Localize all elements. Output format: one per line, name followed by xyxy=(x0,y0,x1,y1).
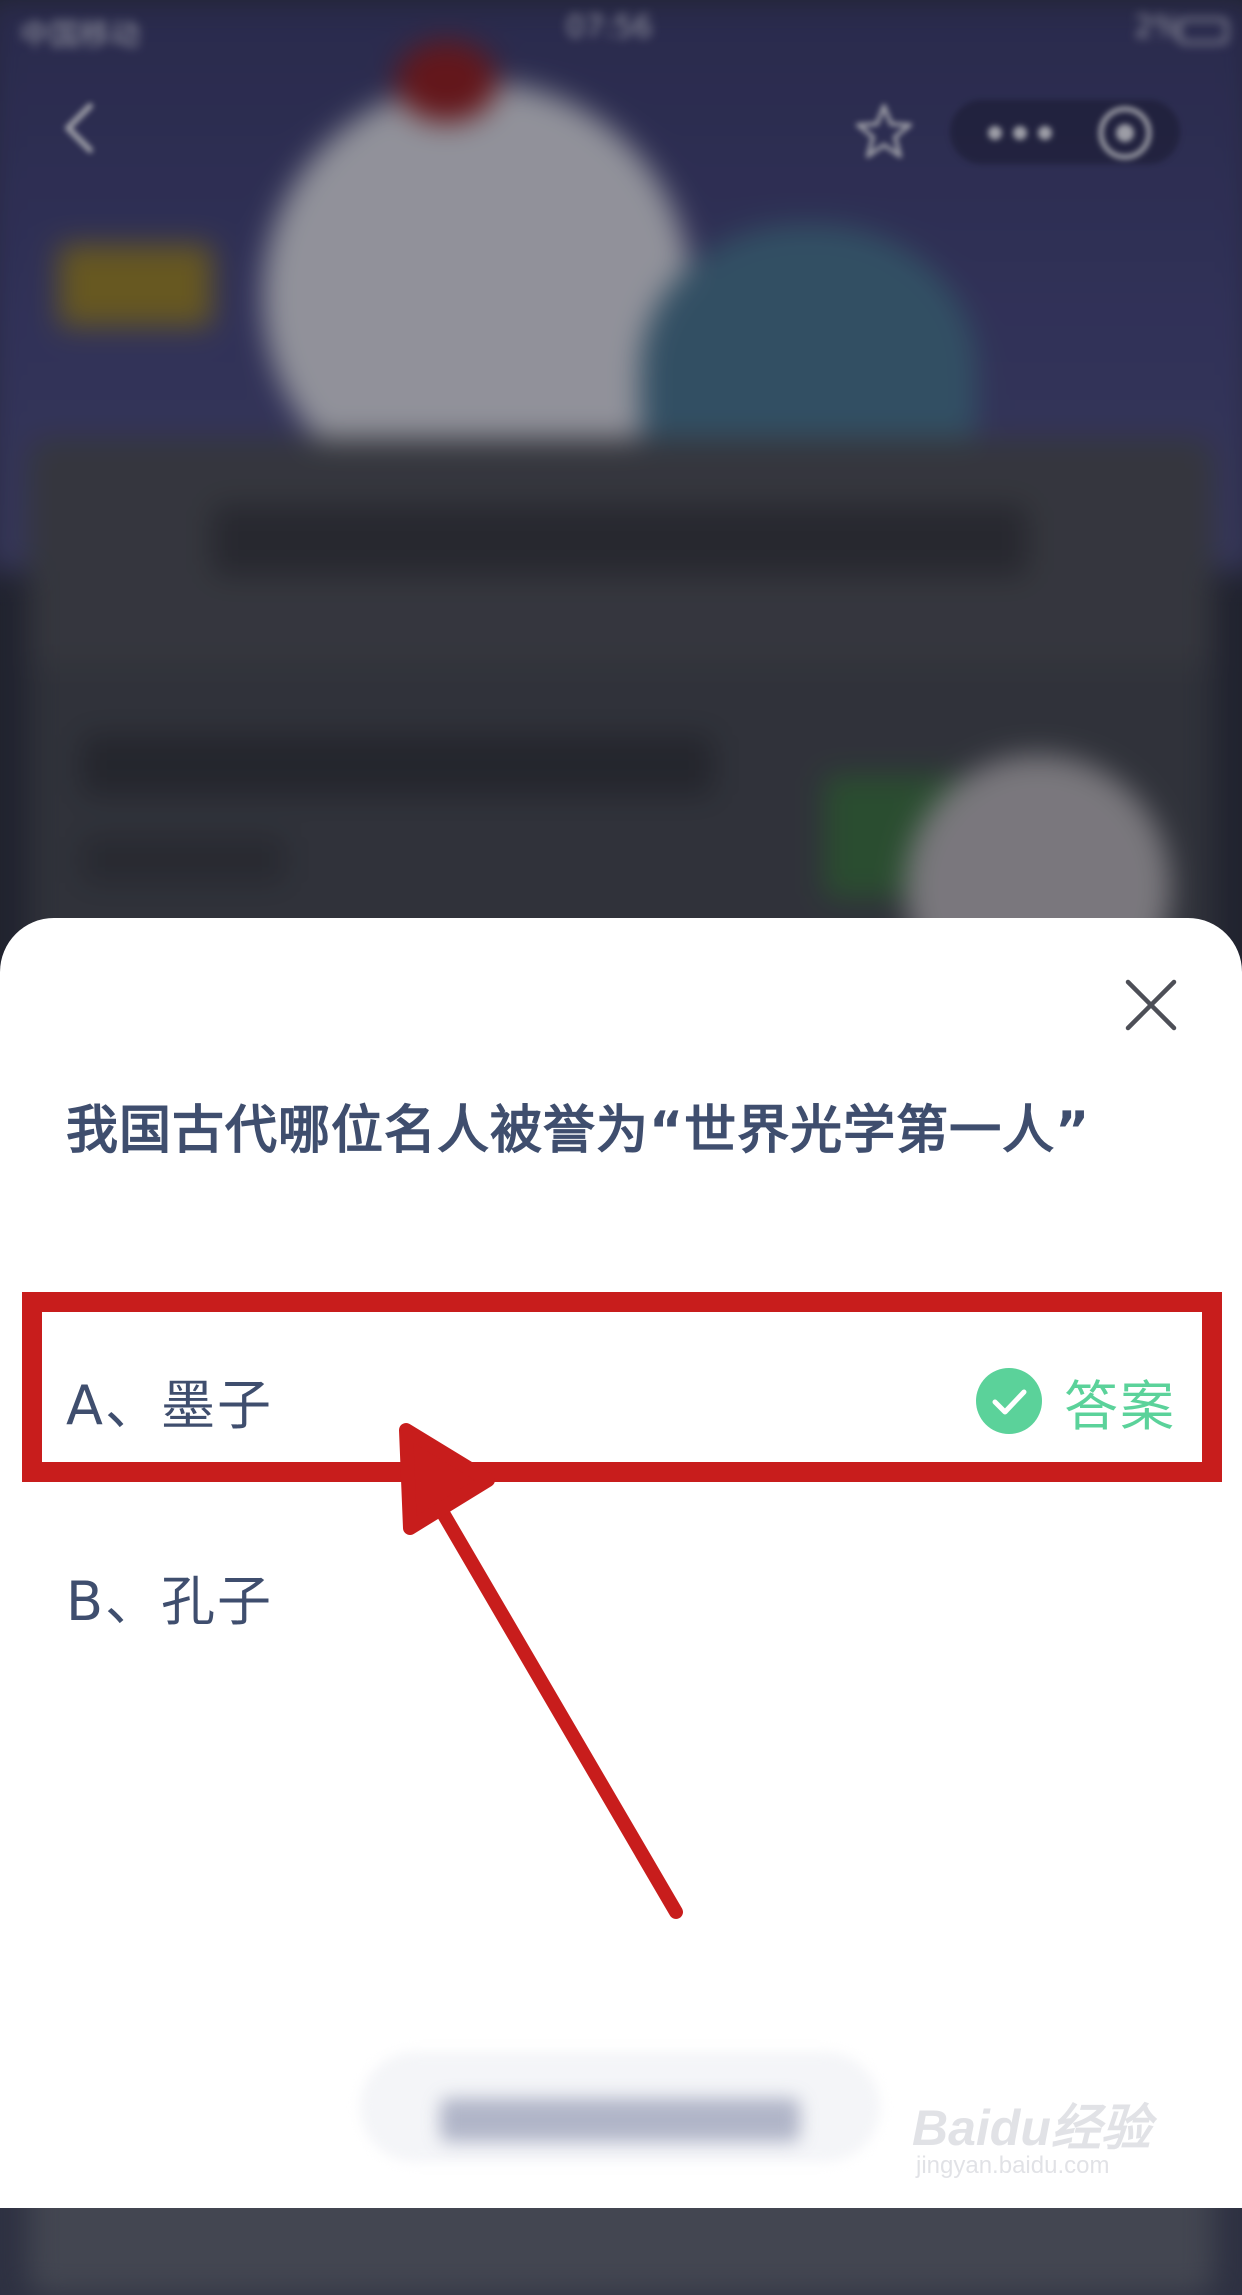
answer-tag: 答案 xyxy=(976,1368,1176,1438)
bottom-button-label-blurred xyxy=(440,2098,800,2142)
close-icon[interactable] xyxy=(1118,972,1184,1038)
option-label: A、墨子 xyxy=(66,1373,273,1437)
check-circle-icon xyxy=(976,1368,1042,1434)
option-b[interactable]: B、孔子 xyxy=(66,1536,1176,1656)
option-a[interactable]: A、墨子 答案 xyxy=(66,1340,1176,1460)
answer-label: 答案 xyxy=(1064,1374,1176,1438)
option-label: B、孔子 xyxy=(66,1569,274,1633)
question-text: 我国古代哪位名人被誉为“世界光学第一人” xyxy=(66,1101,1091,1161)
